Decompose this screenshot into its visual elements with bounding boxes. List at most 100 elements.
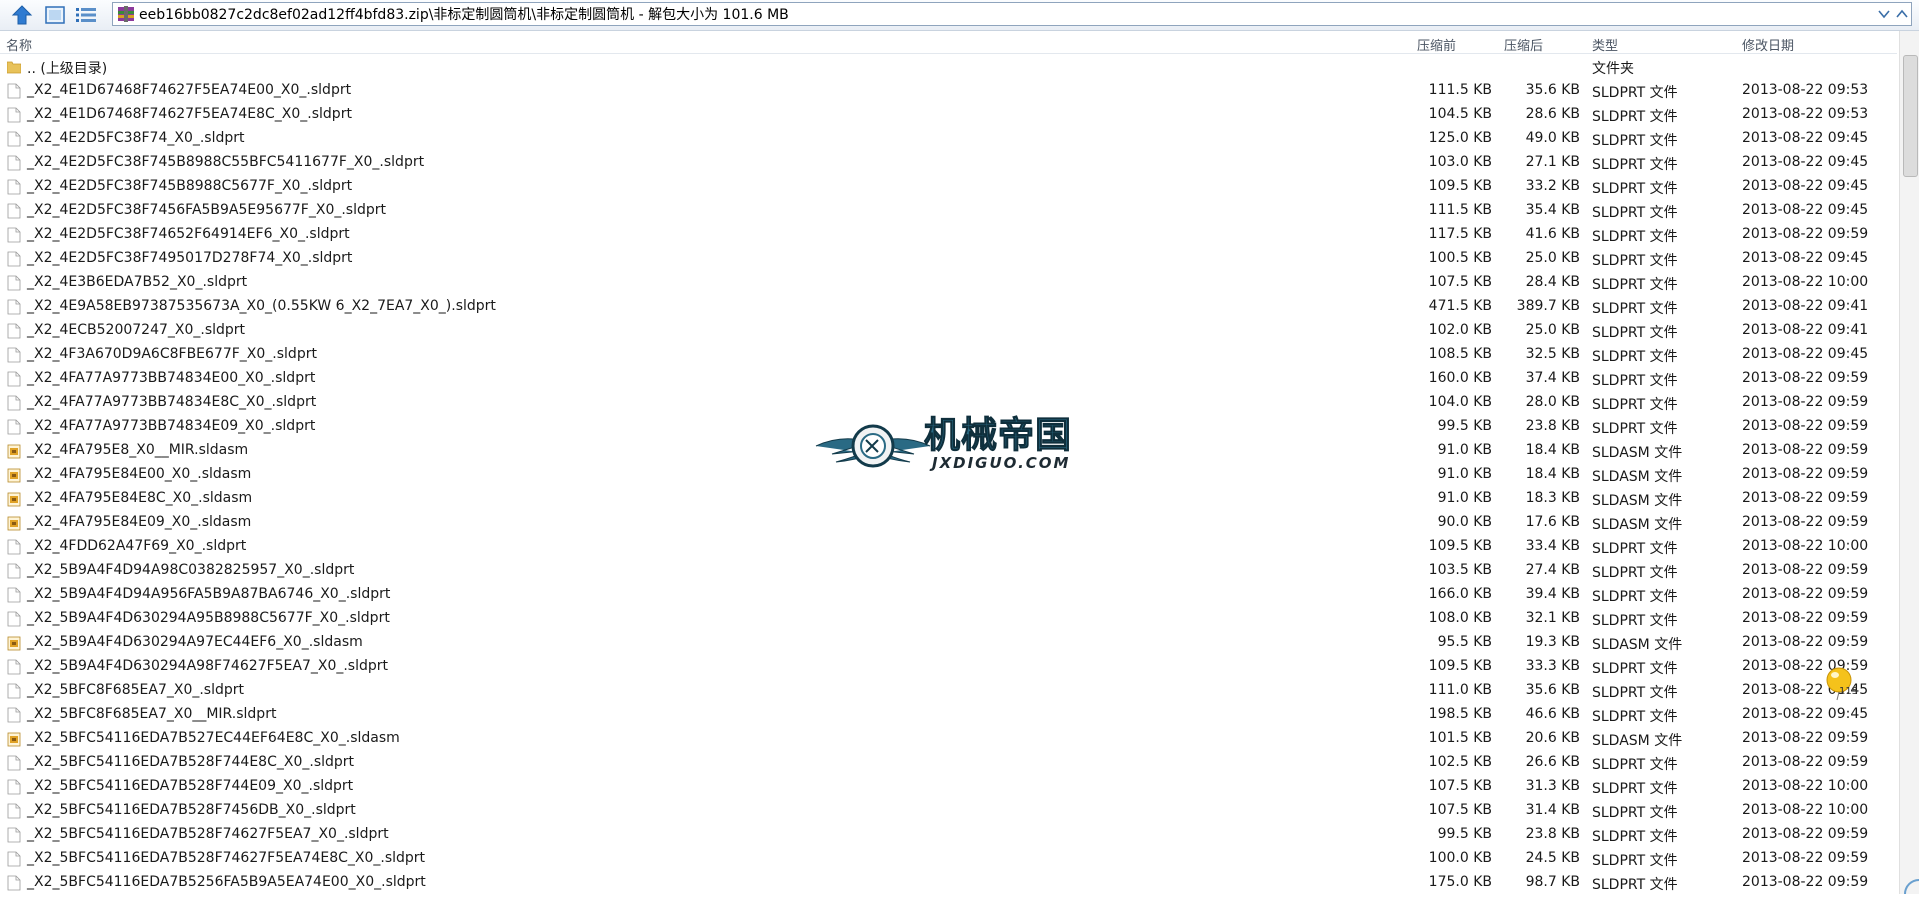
file-icon [7, 227, 21, 243]
table-row[interactable]: _X2_4ECB52007247_X0_.sldprt 102.0 KB 25.0 … [0, 319, 1897, 343]
file-size: 108.5 KB [1428, 346, 1492, 362]
column-compressed[interactable]: 压缩后 [1504, 35, 1543, 54]
file-modified-date: 2013-08-22 09:59 [1742, 466, 1869, 482]
file-compressed-size: 35.4 KB [1525, 202, 1580, 218]
table-row[interactable]: _X2_5BFC54116EDA7B528F7456DB_X0_.sldprt 1… [0, 799, 1897, 823]
table-row[interactable]: _X2_4E3B6EDA7B52_X0_.sldprt 107.5 KB 28.4 … [0, 271, 1897, 295]
table-row[interactable]: _X2_4E1D67468F74627F5EA74E8C_X0_.sldprt 1… [0, 103, 1897, 127]
view-large-icons-button[interactable] [43, 3, 67, 27]
table-row[interactable]: _X2_4E2D5FC38F74_X0_.sldprt 125.0 KB 49.0 … [0, 127, 1897, 151]
address-bar[interactable]: eeb16bb0827c2dc8ef02ad12ff4bfd83.zip\非标定… [112, 2, 1912, 26]
file-compressed-size: 19.3 KB [1525, 634, 1580, 650]
file-modified-date: 2013-08-22 09:45 [1742, 250, 1869, 266]
table-row[interactable]: _X2_4E2D5FC38F745B8988C55BFC5411677F_X0_… [0, 151, 1897, 175]
file-name: _X2_4F3A670D9A6C8FBE677F_X0_.sldprt [27, 346, 317, 362]
file-compressed-size: 23.8 KB [1525, 418, 1580, 434]
table-row[interactable]: _X2_5B9A4F4D94A956FA5B9A87BA6746_X0_.sld… [0, 583, 1897, 607]
file-type: SLDPRT 文件 [1592, 85, 1678, 101]
file-type: SLDPRT 文件 [1592, 397, 1678, 413]
file-modified-date: 2013-08-22 09:59 [1742, 610, 1869, 626]
file-icon [7, 299, 21, 315]
file-name: _X2_5BFC54116EDA7B528F744E8C_X0_.sldprt [27, 754, 355, 770]
chevron-up-icon[interactable] [1893, 5, 1911, 23]
column-size[interactable]: 压缩前 [1417, 35, 1456, 54]
table-row[interactable]: _X2_5B9A4F4D630294A95B8988C5677F_X0_.sld… [0, 607, 1897, 631]
file-name: _X2_4FA795E84E00_X0_.sldasm [27, 466, 252, 482]
file-size: 166.0 KB [1428, 586, 1492, 602]
file-compressed-size: 33.4 KB [1525, 538, 1580, 554]
balloon-badge: 115 [1839, 686, 1859, 697]
table-row[interactable]: _X2_4FDD62A47F69_X0_.sldprt 109.5 KB 33.4 … [0, 535, 1897, 559]
file-compressed-size: 18.4 KB [1525, 442, 1580, 458]
file-name: _X2_4E2D5FC38F7456FA5B9A5E95677F_X0_.sld… [27, 202, 387, 218]
file-type: SLDPRT 文件 [1592, 541, 1678, 557]
table-row[interactable]: _X2_5BFC54116EDA7B527EC44EF64E8C_X0_.sld… [0, 727, 1897, 751]
file-modified-date: 2013-08-22 09:45 [1742, 130, 1869, 146]
table-row[interactable]: _X2_4E2D5FC38F745B8988C5677F_X0_.sldprt 1… [0, 175, 1897, 199]
file-type: SLDPRT 文件 [1592, 373, 1678, 389]
table-row[interactable]: _X2_5B9A4F4D630294A97EC44EF6_X0_.sldasm 9… [0, 631, 1897, 655]
file-compressed-size: 23.8 KB [1525, 826, 1580, 842]
file-type: SLDPRT 文件 [1592, 877, 1678, 893]
file-name: _X2_5B9A4F4D630294A97EC44EF6_X0_.sldasm [27, 634, 363, 650]
file-type: SLDASM 文件 [1592, 637, 1683, 653]
file-name: _X2_4E2D5FC38F7495017D278F74_X0_.sldprt [27, 250, 353, 266]
file-icon [7, 203, 21, 219]
file-modified-date: 2013-08-22 09:41 [1742, 322, 1869, 338]
table-row[interactable]: _X2_4FA795E84E8C_X0_.sldasm 91.0 KB 18.3 K… [0, 487, 1897, 511]
column-modified-date[interactable]: 修改日期 [1742, 35, 1794, 54]
table-row[interactable]: _X2_5BFC54116EDA7B528F74627F5EA7_X0_.sld… [0, 823, 1897, 847]
table-row[interactable]: _X2_4FA795E84E09_X0_.sldasm 90.0 KB 17.6 K… [0, 511, 1897, 535]
floating-balloon-widget[interactable]: 115 [1825, 666, 1859, 702]
file-icon [7, 611, 21, 627]
file-name: _X2_4E3B6EDA7B52_X0_.sldprt [27, 274, 248, 290]
file-modified-date: 2013-08-22 09:59 [1742, 754, 1869, 770]
column-type[interactable]: 类型 [1592, 35, 1618, 54]
table-row[interactable]: _X2_4E2D5FC38F7456FA5B9A5E95677F_X0_.sld… [0, 199, 1897, 223]
chevron-down-icon[interactable] [1875, 5, 1893, 23]
folder-icon [7, 61, 21, 74]
file-compressed-size: 32.1 KB [1525, 610, 1580, 626]
file-modified-date: 2013-08-22 09:59 [1742, 442, 1869, 458]
table-row[interactable]: _X2_4E2D5FC38F7495017D278F74_X0_.sldprt 1… [0, 247, 1897, 271]
file-size: 107.5 KB [1428, 778, 1492, 794]
table-row[interactable]: _X2_5BFC8F685EA7_X0_.sldprt 111.0 KB 35.6 … [0, 679, 1897, 703]
file-name: _X2_4FA77A9773BB74834E09_X0_.sldprt [27, 418, 316, 434]
table-row[interactable]: _X2_4E1D67468F74627F5EA74E00_X0_.sldprt 1… [0, 79, 1897, 103]
up-folder-button[interactable] [10, 3, 34, 27]
table-row[interactable]: _X2_4E2D5FC38F74652F64914EF6_X0_.sldprt 1… [0, 223, 1897, 247]
assembly-file-icon [7, 516, 21, 531]
file-modified-date: 2013-08-22 09:53 [1742, 82, 1869, 98]
file-modified-date: 2013-08-22 09:53 [1742, 106, 1869, 122]
file-size: 91.0 KB [1437, 466, 1492, 482]
table-row[interactable]: .. (上级目录) 文件夹 [0, 55, 1897, 79]
file-type: SLDASM 文件 [1592, 445, 1683, 461]
file-type: SLDPRT 文件 [1592, 709, 1678, 725]
file-type: SLDPRT 文件 [1592, 133, 1678, 149]
up-arrow-icon [11, 5, 33, 25]
column-name[interactable]: 名称 [6, 35, 32, 54]
file-modified-date: 2013-08-22 09:45 [1742, 178, 1869, 194]
file-modified-date: 2013-08-22 09:41 [1742, 298, 1869, 314]
table-row[interactable]: _X2_5BFC54116EDA7B528F744E09_X0_.sldprt 1… [0, 775, 1897, 799]
view-details-button[interactable] [74, 3, 98, 27]
file-name: _X2_5BFC54116EDA7B528F744E09_X0_.sldprt [27, 778, 354, 794]
table-row[interactable]: _X2_5B9A4F4D94A98C0382825957_X0_.sldprt 1… [0, 559, 1897, 583]
watermark-brand: 机械帝国 [923, 415, 1073, 457]
file-compressed-size: 98.7 KB [1525, 874, 1580, 890]
archive-icon [118, 6, 134, 22]
table-row[interactable]: _X2_4E9A58EB97387535673A_X0_(0.55KW 6_X2… [0, 295, 1897, 319]
table-row[interactable]: _X2_5BFC8F685EA7_X0__MIR.sldprt 198.5 KB 4… [0, 703, 1897, 727]
file-type: SLDPRT 文件 [1592, 829, 1678, 845]
file-modified-date: 2013-08-22 09:59 [1742, 850, 1869, 866]
file-icon [7, 659, 21, 675]
file-size: 102.0 KB [1428, 322, 1492, 338]
table-row[interactable]: _X2_5BFC54116EDA7B5256FA5B9A5EA74E00_X0_… [0, 871, 1897, 894]
table-row[interactable]: _X2_5B9A4F4D630294A98F74627F5EA7_X0_.sld… [0, 655, 1897, 679]
vertical-scrollbar[interactable] [1899, 31, 1919, 894]
table-row[interactable]: _X2_5BFC54116EDA7B528F74627F5EA74E8C_X0_… [0, 847, 1897, 871]
scrollbar-thumb[interactable] [1903, 55, 1918, 177]
table-row[interactable]: _X2_4FA77A9773BB74834E00_X0_.sldprt 160.0… [0, 367, 1897, 391]
table-row[interactable]: _X2_4F3A670D9A6C8FBE677F_X0_.sldprt 108.5… [0, 343, 1897, 367]
table-row[interactable]: _X2_5BFC54116EDA7B528F744E8C_X0_.sldprt 1… [0, 751, 1897, 775]
